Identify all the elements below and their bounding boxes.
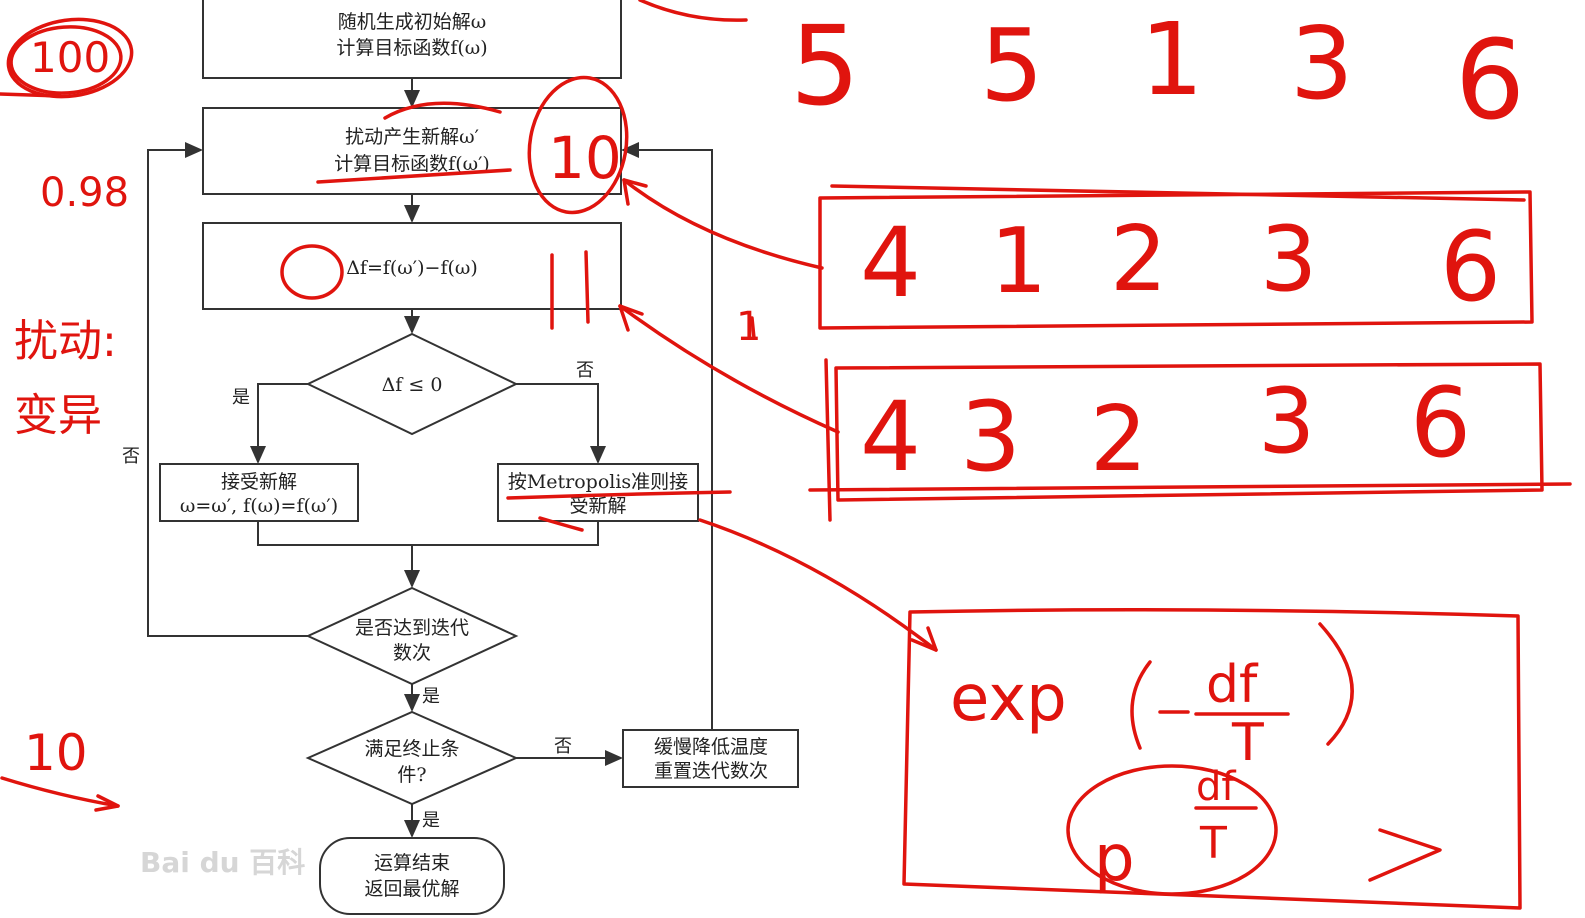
box-metropolis-line2: 受新解 (569, 495, 626, 517)
ann-formula-den: T (1231, 713, 1264, 773)
label-no-left: 否 (122, 446, 140, 467)
label-no-2: 否 (554, 736, 572, 757)
box-delta-text: Δf=f(ω′)−f(ω) (346, 257, 478, 279)
ann-row1-4: 3 (1260, 207, 1317, 312)
diamond-iter-line2: 数次 (393, 642, 431, 664)
ann-row1-5: 6 (1440, 211, 1501, 323)
flowchart-canvas: 随机生成初始解ω 计算目标函数f(ω) 扰动产生新解ω′ 计算目标函数f(ω′)… (0, 0, 1572, 915)
ann-circle-10: 10 (548, 124, 622, 192)
ann-formula-sub-den: T (1199, 818, 1227, 869)
label-yes-3: 是 (422, 810, 440, 831)
ann-row1-1: 4 (860, 207, 921, 319)
diamond-stop-line1: 满足终止条 (364, 738, 459, 760)
ann-formula-sub-num: df (1196, 764, 1236, 810)
box-perturb-line1: 扰动产生新解ω′ (345, 126, 479, 148)
diamond-delta-text: Δf ≤ 0 (382, 374, 443, 396)
ann-top-4: 3 (1290, 5, 1354, 122)
ann-rate: 0.98 (40, 170, 129, 216)
label-yes-1: 是 (232, 387, 250, 408)
diamond-stop-line2: 件? (397, 764, 426, 786)
end-terminal (319, 837, 505, 915)
box-metropolis-line1: 按Metropolis准则接 (508, 471, 688, 493)
ann-row1-3: 2 (1110, 207, 1167, 312)
ann-top-2: 5 (980, 7, 1044, 124)
ann-100: 100 (30, 33, 110, 82)
ann-10-bottom: 10 (24, 724, 88, 782)
ann-formula-gt: > (1450, 872, 1458, 883)
ann-formula-num: df (1206, 655, 1259, 715)
ann-row2-4: 3 (1258, 369, 1315, 474)
box-cool-line2: 重置迭代数次 (654, 760, 768, 782)
box-accept-line1: 接受新解 (221, 471, 297, 493)
box-cool-line1: 缓慢降低温度 (654, 736, 768, 758)
end-line1: 运算结束 (374, 852, 450, 874)
ann-top-3: 1 (1140, 1, 1204, 118)
ann-formula-exp: exp (950, 662, 1067, 736)
ann-row2-5: 6 (1410, 367, 1471, 479)
label-no-1: 否 (576, 360, 594, 381)
ann-top-5: 6 (1455, 16, 1525, 144)
ann-mark-1: 1 (736, 304, 761, 350)
box-accept-line2: ω=ω′, f(ω)=f(ω′) (180, 495, 338, 517)
ann-row2-2: 3 (960, 381, 1021, 493)
diamond-iter-line1: 是否达到迭代 (355, 617, 469, 639)
ann-mutate-word: 变异 (14, 390, 102, 441)
end-line2: 返回最优解 (364, 878, 459, 900)
ann-row1-2: 1 (990, 209, 1047, 314)
ann-row2-1: 4 (860, 381, 921, 493)
box-init-line2: 计算目标函数f(ω) (336, 37, 487, 59)
ann-perturb-word: 扰动: (14, 316, 117, 367)
ann-top-1: 5 (790, 2, 860, 130)
ann-row2-3: 2 (1090, 387, 1147, 492)
watermark: Bai du 百科 (140, 846, 305, 879)
ann-formula-p: p (1094, 822, 1135, 896)
label-yes-2: 是 (422, 686, 440, 707)
box-init-line1: 随机生成初始解ω (338, 11, 487, 33)
